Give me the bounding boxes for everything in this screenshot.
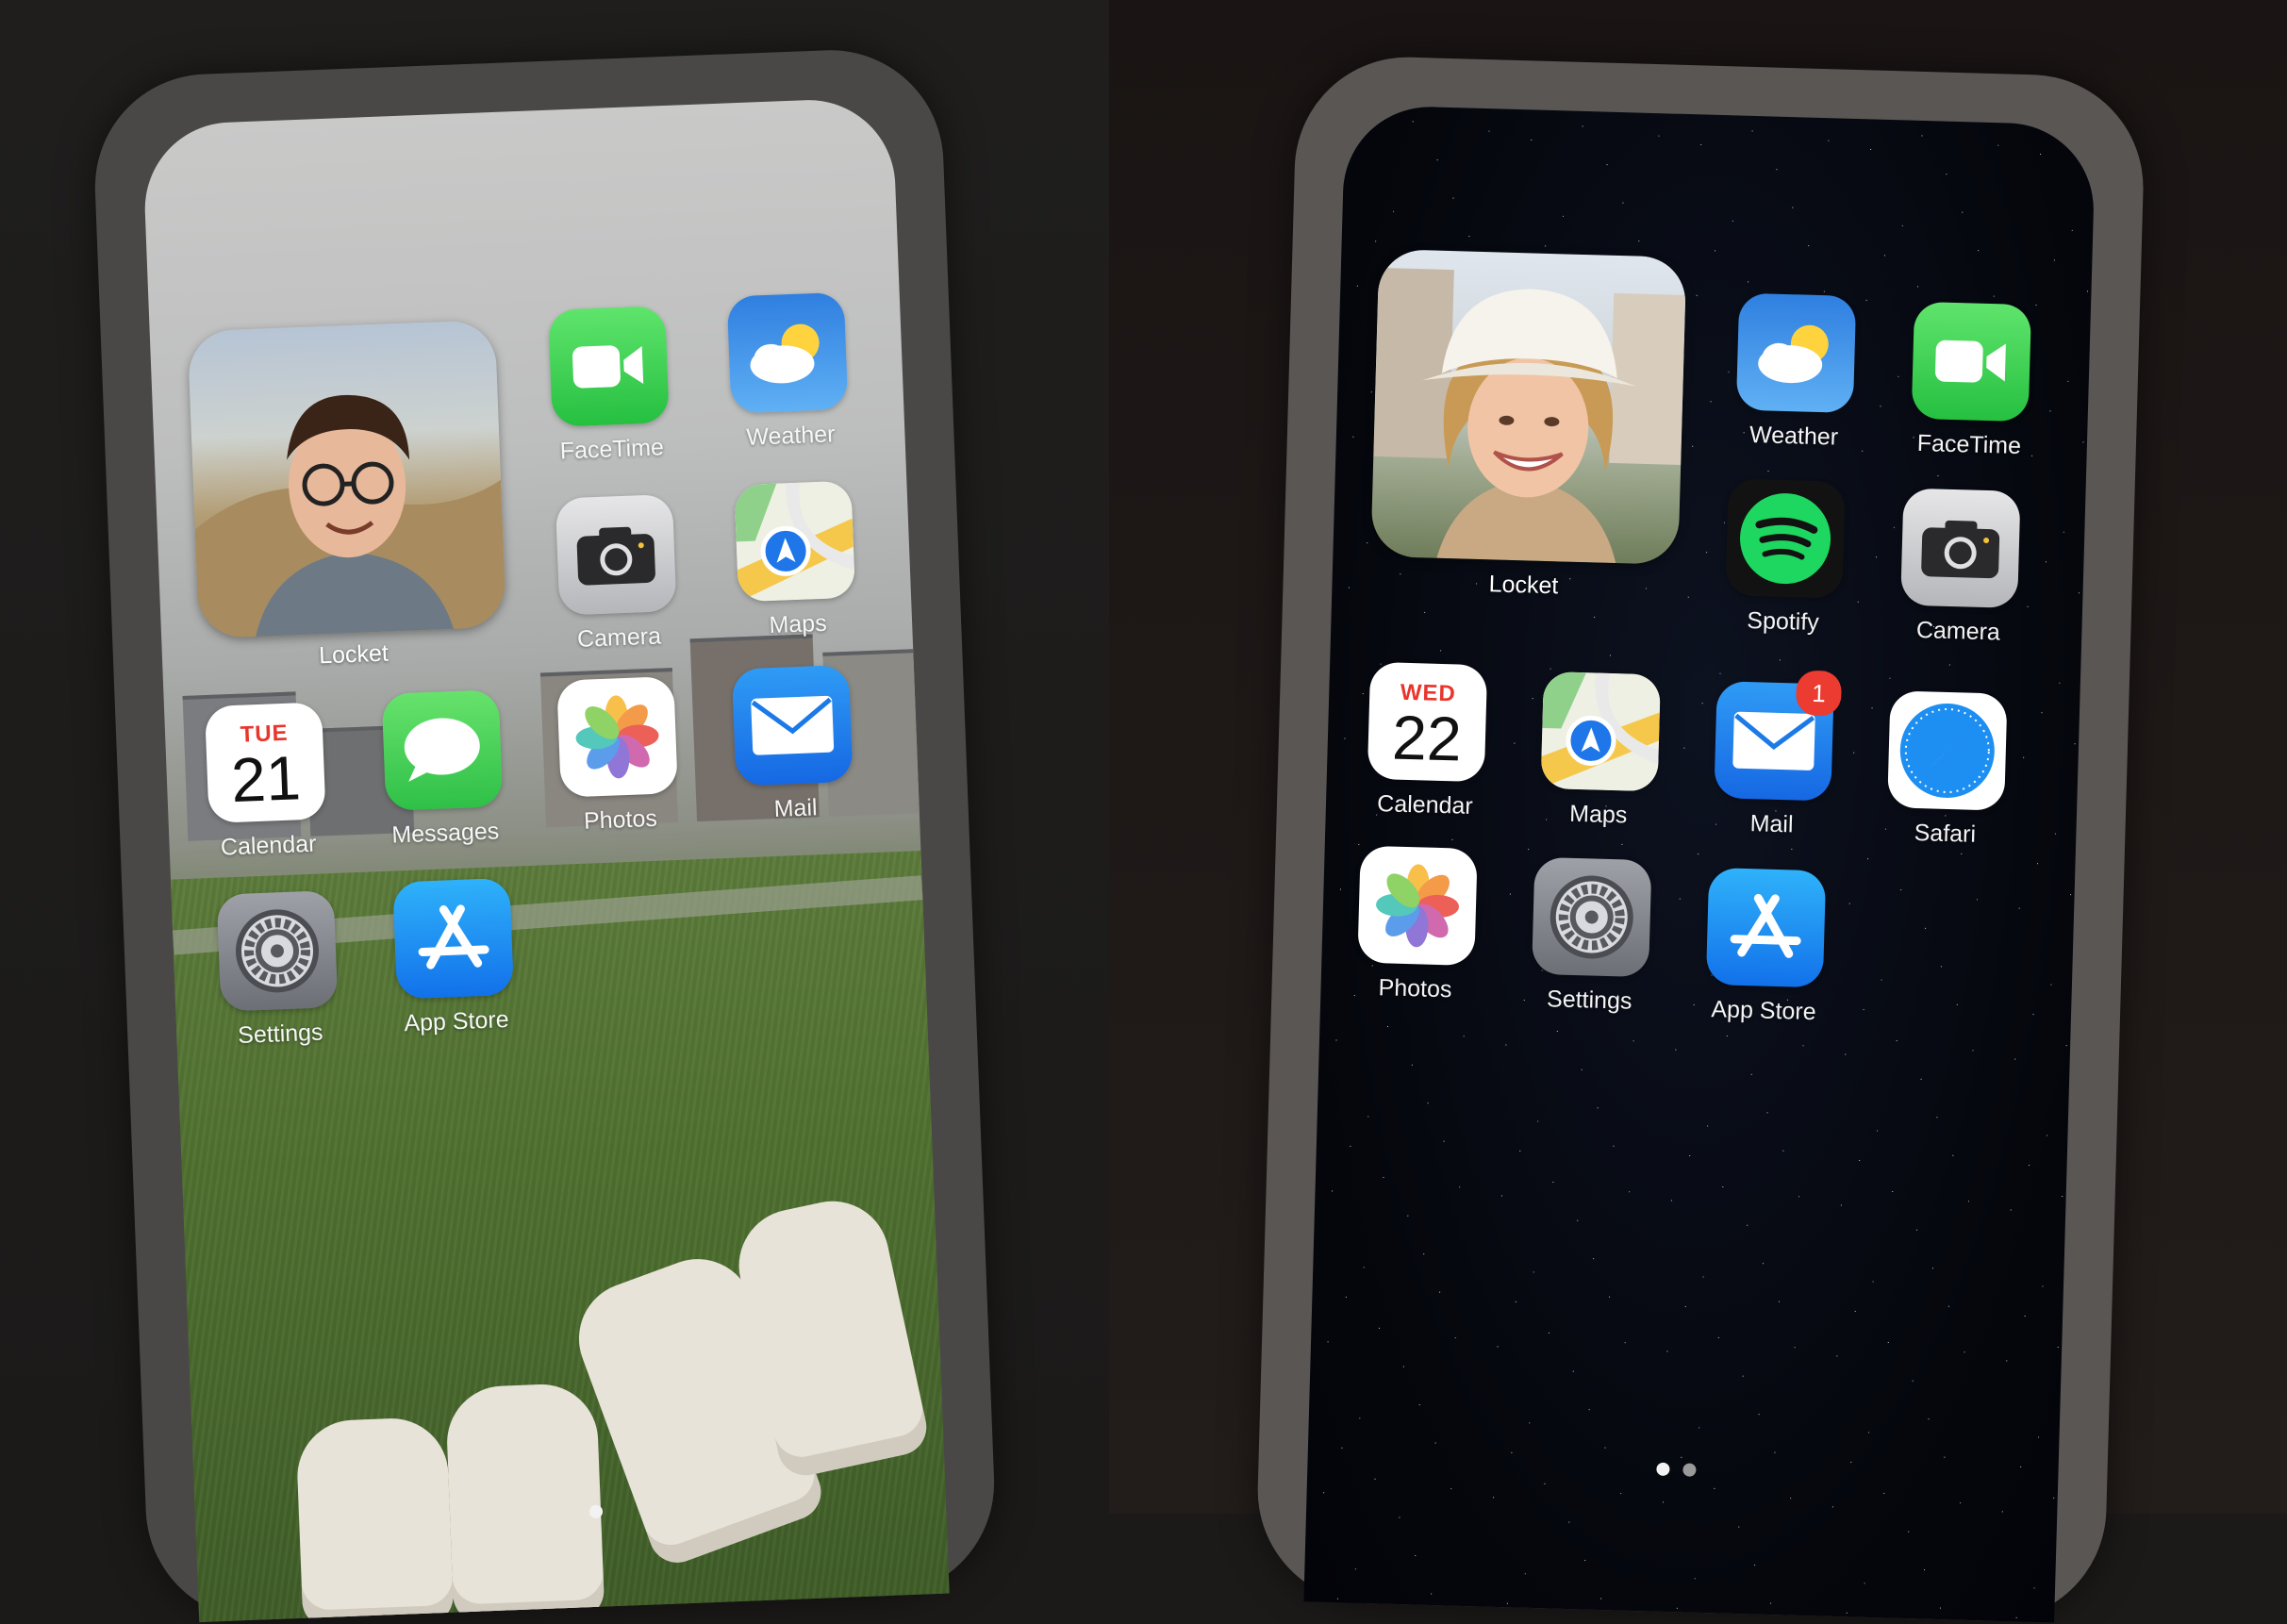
page-indicator-left[interactable] [589,1505,604,1519]
page-dot[interactable] [1682,1463,1696,1476]
mail-icon [732,665,853,787]
photos-icon [1357,846,1477,966]
photos-icon [556,676,678,798]
app-mail[interactable]: Mail [720,664,867,825]
app-calendar[interactable]: TUE 21 Calendar [192,702,340,863]
facetime-icon [548,306,670,427]
app-photos[interactable]: Photos [544,676,691,837]
app-maps[interactable]: Maps [1527,671,1673,831]
locket-photo [1370,249,1686,565]
maps-icon [734,481,855,603]
mail-icon: 1 [1714,681,1833,801]
notification-badge: 1 [1796,670,1842,716]
phone-frame-left: Locket FaceTime Weather Camera [91,46,998,1624]
calendar-icon: TUE 21 [205,702,326,823]
app-store-icon [1706,868,1826,987]
shoe-left-1 [295,1417,454,1622]
weather-icon [727,292,849,414]
settings-icon [217,890,339,1012]
app-app-store[interactable]: App Store [380,877,527,1038]
locket-photo [188,320,506,638]
calendar-icon: WED 22 [1367,662,1487,782]
locket-widget[interactable] [188,320,506,638]
settings-icon [1532,857,1651,977]
app-weather[interactable]: Weather [715,291,862,453]
app-safari[interactable]: Safari [1874,690,2020,850]
spotify-icon [1725,478,1845,598]
camera-icon [1900,489,2020,608]
app-calendar[interactable]: WED 22 Calendar [1354,661,1500,820]
locket-widget[interactable] [1370,249,1686,565]
shoe-left-2 [445,1383,605,1622]
app-mail[interactable]: 1 Mail [1700,681,1847,840]
app-camera[interactable]: Camera [1887,488,2033,647]
app-camera[interactable]: Camera [543,493,690,655]
home-screen-right: Locket Weather FaceTime Spotify Camer [1303,105,2096,1623]
left-photo-panel: Locket FaceTime Weather Camera [0,0,1109,1514]
messages-icon [382,689,504,811]
app-messages[interactable]: Messages [370,689,517,851]
calendar-date: 22 [1391,706,1462,771]
weather-icon [1736,293,1856,413]
app-facetime[interactable]: FaceTime [1898,301,2045,460]
phone-frame-right: Locket Weather FaceTime Spotify Camer [1254,54,2146,1623]
app-settings[interactable]: Settings [205,890,352,1052]
calendar-date: 21 [230,746,302,811]
app-store-icon [392,878,514,1000]
home-screen-left: Locket FaceTime Weather Camera [141,97,949,1622]
app-settings[interactable]: Settings [1518,856,1665,1016]
app-photos[interactable]: Photos [1344,845,1490,1004]
facetime-icon [1912,302,2031,422]
camera-icon [555,494,677,616]
app-facetime[interactable]: FaceTime [536,306,683,467]
app-weather[interactable]: Weather [1723,292,1869,452]
page-dot[interactable] [589,1505,604,1519]
app-maps[interactable]: Maps [721,480,869,641]
app-spotify[interactable]: Spotify [1712,478,1858,638]
safari-icon [1887,690,2007,810]
page-indicator-right[interactable] [1656,1463,1696,1477]
page-dot[interactable] [1656,1463,1669,1476]
maps-icon [1541,671,1661,791]
app-app-store[interactable]: App Store [1693,868,1839,1027]
